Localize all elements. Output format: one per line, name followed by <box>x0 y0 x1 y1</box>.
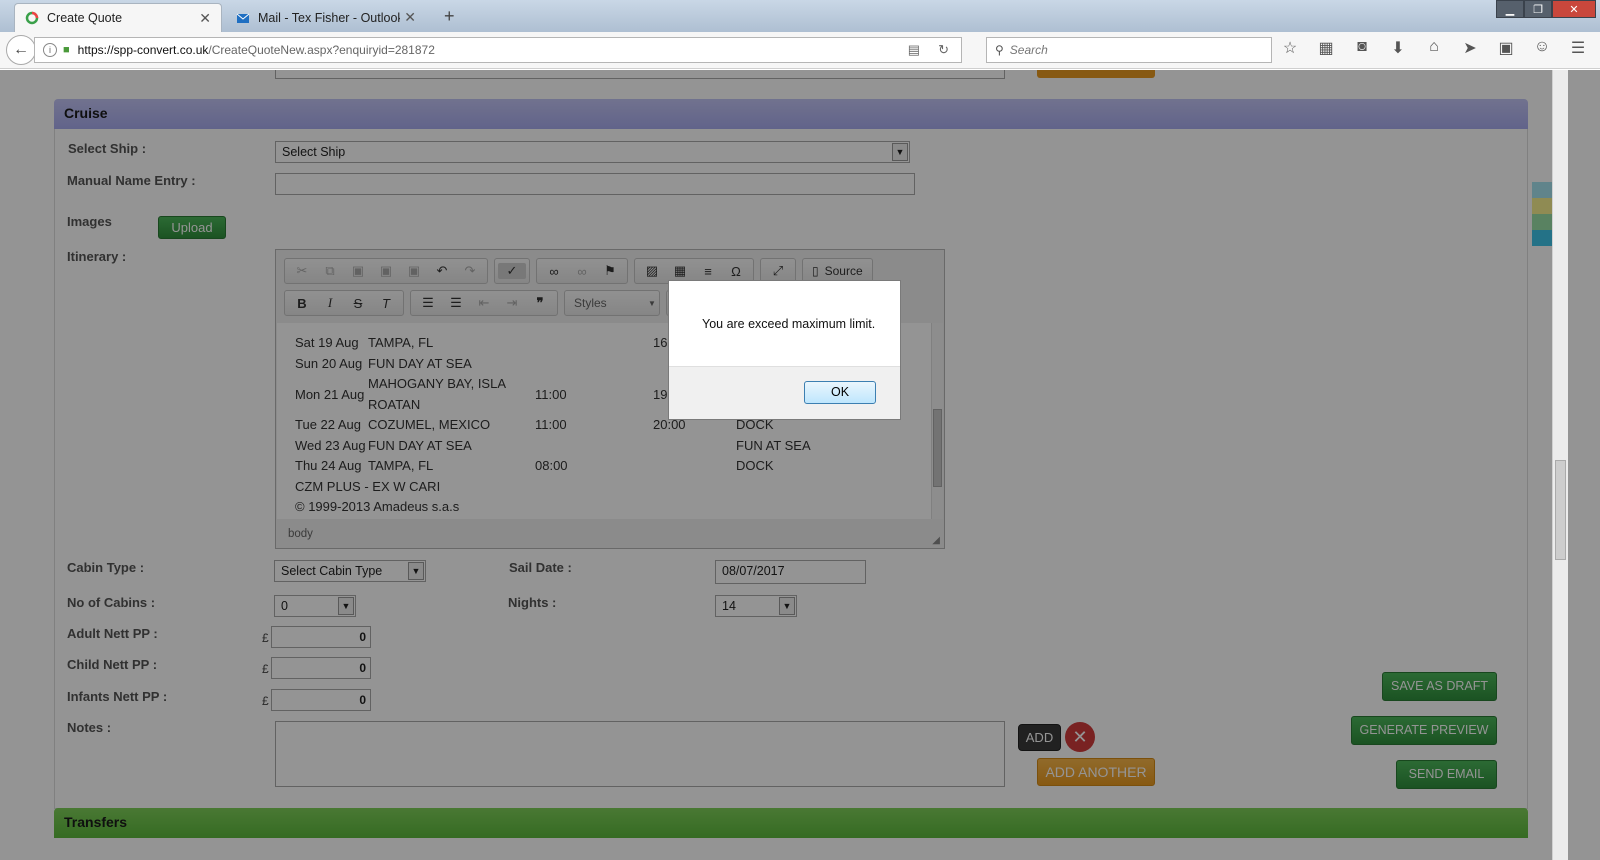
browser-tab-bar: Create Quote ✕ Mail - Tex Fisher - Outlo… <box>0 0 1600 32</box>
chat-icon[interactable]: ☺ <box>1532 38 1552 58</box>
tab-outlook-mail[interactable]: Mail - Tex Fisher - Outlook ✕ <box>226 3 426 32</box>
tab-title: Create Quote <box>47 11 123 25</box>
browser-nav-bar: ← i ■ https://spp-convert.co.uk /CreateQ… <box>0 32 1600 69</box>
restore-icon[interactable]: ❐ <box>1524 0 1552 18</box>
reload-icon[interactable]: ↻ <box>938 42 949 58</box>
tab-close-icon[interactable]: ✕ <box>199 10 211 27</box>
pocket-icon[interactable]: ◙ <box>1352 38 1372 58</box>
lock-icon: ■ <box>63 44 70 56</box>
window-close-icon[interactable]: ✕ <box>1552 0 1596 18</box>
window-controls: ▁ ❐ ✕ <box>1496 0 1596 18</box>
ok-button[interactable]: OK <box>804 381 876 404</box>
tab-create-quote[interactable]: Create Quote ✕ <box>14 3 222 32</box>
home-icon[interactable]: ⌂ <box>1424 38 1444 58</box>
extension-icon[interactable]: ▣ <box>1496 38 1516 58</box>
url-host: https://spp-convert.co.uk <box>77 43 209 57</box>
modal-overlay <box>0 70 1600 860</box>
new-tab-icon[interactable]: + <box>444 6 455 27</box>
search-input[interactable]: ⚲ Search <box>986 37 1272 63</box>
alert-footer: OK <box>669 366 900 419</box>
search-icon: ⚲ <box>995 43 1004 57</box>
back-arrow-icon[interactable]: ← <box>6 35 36 65</box>
url-bar[interactable]: i ■ https://spp-convert.co.uk /CreateQuo… <box>34 37 962 63</box>
page-scrollbar[interactable] <box>1552 70 1568 860</box>
menu-icon[interactable]: ☰ <box>1568 38 1588 58</box>
mail-icon <box>236 13 250 23</box>
send-icon[interactable]: ➤ <box>1460 38 1480 58</box>
search-placeholder: Search <box>1009 43 1048 57</box>
alert-dialog: You are exceed maximum limit. OK <box>668 280 901 420</box>
site-info-icon[interactable]: i <box>43 43 57 57</box>
minimize-icon[interactable]: ▁ <box>1496 0 1524 18</box>
url-path: /CreateQuoteNew.aspx?enquiryid=281872 <box>208 43 435 57</box>
download-icon[interactable]: ⬇ <box>1388 38 1408 58</box>
reading-list-icon[interactable]: ▦ <box>1316 38 1336 58</box>
bookmark-star-icon[interactable]: ☆ <box>1280 38 1300 58</box>
reader-view-icon[interactable]: ▤ <box>908 42 920 58</box>
page-scroll-thumb[interactable] <box>1555 460 1566 560</box>
alert-message: You are exceed maximum limit. <box>702 317 876 331</box>
browser-toolbar-icons: ☆ ▦ ◙ ⬇ ⌂ ➤ ▣ ☺ ☰ <box>1280 38 1588 58</box>
tab-favicon-icon <box>25 11 39 25</box>
tab-close-icon[interactable]: ✕ <box>404 9 416 26</box>
tab-title: Mail - Tex Fisher - Outlook <box>258 10 401 25</box>
